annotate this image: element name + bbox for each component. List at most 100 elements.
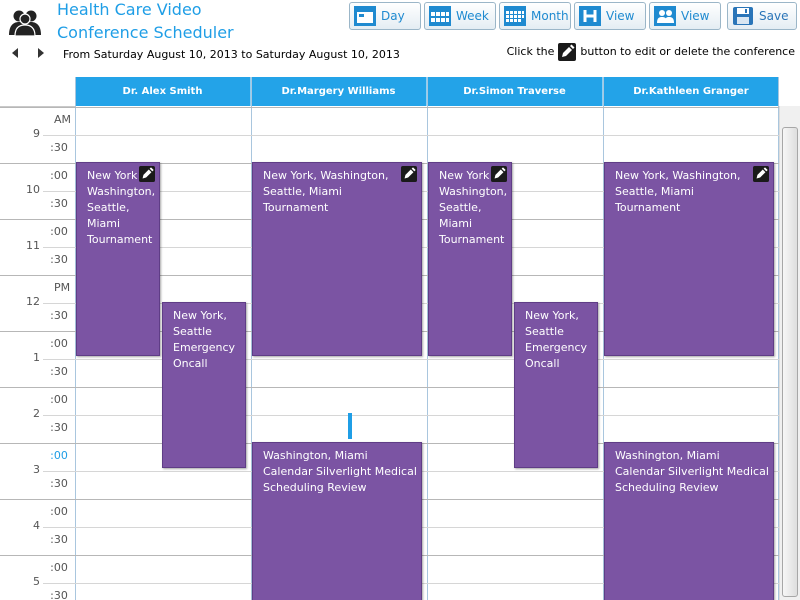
appointment-line: Tournament xyxy=(263,201,329,214)
appointment-line: Scheduling Review xyxy=(615,481,719,494)
minute-label: :30 xyxy=(50,141,68,154)
time-slot-line xyxy=(43,359,75,360)
appointment-line: Tournament xyxy=(615,201,681,214)
people-icon xyxy=(9,10,41,36)
appointment-line: Washington, Miami xyxy=(263,449,368,462)
week-view-button[interactable]: Week xyxy=(424,2,496,30)
horizontal-view-icon xyxy=(579,6,601,26)
appointment-line: New York, xyxy=(173,309,227,322)
save-icon xyxy=(733,7,753,25)
minute-label: :00 xyxy=(50,337,68,350)
time-slot-line xyxy=(0,555,75,556)
edit-icon[interactable] xyxy=(401,166,417,182)
slot-line xyxy=(75,135,779,136)
hour-label: 3 xyxy=(33,463,40,476)
day-view-label: Day xyxy=(381,9,405,23)
previous-arrow-icon[interactable] xyxy=(10,47,20,59)
time-slot-line xyxy=(0,219,75,220)
resource-header-kathleen-granger: Dr.Kathleen Granger xyxy=(633,86,749,97)
time-slot-line xyxy=(0,107,75,108)
resource-header-margery-williams: Dr.Margery Williams xyxy=(251,77,427,106)
appointment-line: Seattle xyxy=(173,325,212,338)
minute-label: :30 xyxy=(50,533,68,546)
appointment-line: Washington, Miami xyxy=(615,449,720,462)
minute-label: :00 xyxy=(50,225,68,238)
save-label: Save xyxy=(759,9,789,23)
current-time-marker xyxy=(348,413,352,439)
ampm-label: PM xyxy=(54,281,71,294)
people-view-button[interactable]: View xyxy=(649,2,721,30)
appointment-line: Miami xyxy=(439,217,473,230)
appointment-block[interactable]: New York, Seattle Emergency Oncall xyxy=(514,302,598,468)
slot-line xyxy=(75,107,779,108)
week-view-label: Week xyxy=(456,9,489,23)
edit-icon[interactable] xyxy=(753,166,769,182)
time-slot-line xyxy=(43,471,75,472)
edit-icon xyxy=(558,43,577,61)
appointment-line: Oncall xyxy=(173,357,208,370)
appointment-line: New York, Washington, xyxy=(263,169,389,182)
appointment-line: Washington, xyxy=(87,185,156,198)
day-view-icon xyxy=(354,6,376,26)
minute-label: :30 xyxy=(50,253,68,266)
minute-label: :00 xyxy=(50,561,68,574)
people-view-label: View xyxy=(681,9,710,23)
horizontal-view-button[interactable]: View xyxy=(574,2,646,30)
appointment-line: Seattle, Miami xyxy=(615,185,694,198)
appointment-line: Scheduling Review xyxy=(263,481,367,494)
hour-label: 4 xyxy=(33,519,40,532)
resource-header-alex-smith: Dr. Alex Smith xyxy=(75,77,251,106)
appointment-line: Tournament xyxy=(87,233,153,246)
time-slot-line xyxy=(0,499,75,500)
month-view-button[interactable]: Month xyxy=(499,2,571,30)
month-view-icon xyxy=(504,6,526,26)
time-slot-line xyxy=(0,275,75,276)
appointment-line: Miami xyxy=(87,217,121,230)
resource-header-simon-traverse: Dr.Simon Traverse xyxy=(427,77,603,106)
appointment-block[interactable]: New York Washington, Seattle, Miami Tourname… xyxy=(76,162,160,356)
appointment-block[interactable]: New York, Washington, Seattle, Miami Tourn… xyxy=(252,162,422,356)
appointment-line: Seattle, xyxy=(439,201,482,214)
time-slot-line xyxy=(43,135,75,136)
appointment-line: Calendar Silverlight Medical xyxy=(263,465,417,478)
appointment-line: Tournament xyxy=(439,233,505,246)
minute-label: :30 xyxy=(50,309,68,322)
minute-label: :30 xyxy=(50,197,68,210)
appointment-block[interactable]: Washington, Miami Calendar Silverlight Me… xyxy=(252,442,422,600)
people-view-icon xyxy=(654,6,676,26)
hour-label: 12 xyxy=(26,295,40,308)
appointment-block[interactable]: Washington, Miami Calendar Silverlight Me… xyxy=(604,442,774,600)
edit-icon[interactable] xyxy=(491,166,507,182)
appointment-line: Emergency xyxy=(173,341,236,354)
hint-prefix: Click the xyxy=(506,45,555,58)
appointment-block[interactable]: New York, Seattle Emergency Oncall xyxy=(162,302,246,468)
time-slot-line xyxy=(0,163,75,164)
appointment-line: Seattle, Miami xyxy=(263,185,342,198)
time-ruler: 9 AM:30 10:00:30 11:00:30 12 PM:30 1:00:30 2:00… xyxy=(0,107,75,600)
scrollbar-thumb[interactable] xyxy=(782,127,798,597)
horizontal-view-label: View xyxy=(606,9,635,23)
next-arrow-icon[interactable] xyxy=(36,47,46,59)
minute-label: :30 xyxy=(50,365,68,378)
time-slot-line xyxy=(0,387,75,388)
minute-label: :30 xyxy=(50,477,68,490)
time-slot-line xyxy=(43,303,75,304)
day-view-button[interactable]: Day xyxy=(349,2,421,30)
appointment-line: Calendar Silverlight Medical xyxy=(615,465,769,478)
month-view-label: Month xyxy=(531,9,569,23)
hour-label: 11 xyxy=(26,239,40,252)
hour-label: 10 xyxy=(26,183,40,196)
hint-suffix: button to edit or delete the conference xyxy=(580,45,795,58)
date-range: From Saturday August 10, 2013 to Saturda… xyxy=(63,48,400,61)
edit-icon[interactable] xyxy=(139,166,155,182)
week-view-icon xyxy=(429,6,451,26)
minute-label: :00 xyxy=(50,393,68,406)
vertical-scrollbar[interactable] xyxy=(779,106,800,600)
hour-label: 2 xyxy=(33,407,40,420)
save-button[interactable]: Save xyxy=(727,2,797,30)
appointment-block[interactable]: New York Washington, Seattle, Miami Tourname… xyxy=(428,162,512,356)
appointment-line: Seattle, xyxy=(87,201,130,214)
minute-label: :30 xyxy=(50,589,68,600)
appointment-block[interactable]: New York, Washington, Seattle, Miami Tourn… xyxy=(604,162,774,356)
edit-hint: Click the button to edit or delete the c… xyxy=(507,41,795,63)
